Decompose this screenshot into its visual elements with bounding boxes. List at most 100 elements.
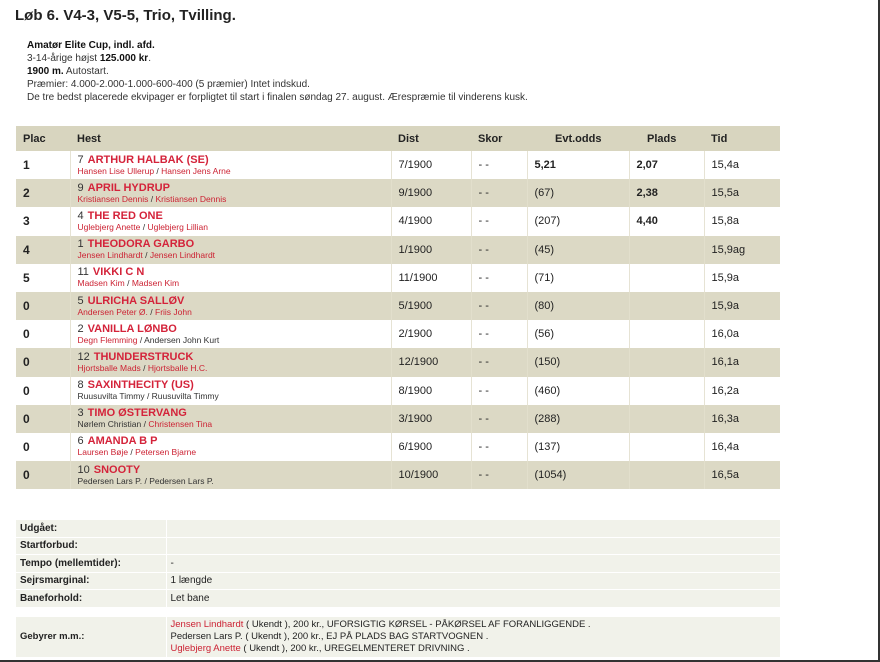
- start-number: 3: [77, 407, 84, 420]
- placement-cell: 2: [16, 179, 70, 208]
- gebyrer-value: Jensen Lindhardt ( Ukendt ), 200 kr., UF…: [166, 616, 781, 658]
- horse-name-link[interactable]: SNOOTY: [94, 464, 140, 476]
- placement-cell: 0: [16, 404, 70, 433]
- time-cell: 15,9ag: [703, 235, 780, 264]
- odds-cell: (45): [526, 235, 629, 264]
- table-row[interactable]: 0 5 ULRICHA SALLØV Andersen Peter Ø. / Frii…: [16, 291, 780, 321]
- horse-name-link[interactable]: ARTHUR HALBAK (SE): [88, 154, 209, 166]
- trainer-link[interactable]: Hjortsballe Mads: [78, 363, 141, 373]
- placement-cell: 4: [16, 235, 70, 264]
- extra-info-table: Udgået: Startforbud: Tempo (mellemtider)…: [16, 520, 780, 658]
- driver-link[interactable]: Hansen Jens Arne: [161, 166, 230, 176]
- table-row[interactable]: 0 3 TIMO ØSTERVANG Nørlem Christian / Chris…: [16, 404, 780, 433]
- trainer-link[interactable]: Uglebjerg Anette: [78, 222, 141, 232]
- odds-cell: (137): [526, 432, 629, 462]
- table-row[interactable]: 0 2 VANILLA LØNBO Degn Flemming / Andersen …: [16, 320, 780, 349]
- gebyr-person-link[interactable]: Uglebjerg Anette: [171, 643, 241, 654]
- driver-link[interactable]: Jensen Lindhardt: [150, 250, 215, 260]
- driver-link[interactable]: Hjortsballe H.C.: [148, 363, 208, 373]
- col-header-plac[interactable]: Plac: [16, 126, 70, 151]
- start-number: 5: [77, 294, 84, 307]
- driver-link[interactable]: Petersen Bjarne: [135, 447, 196, 457]
- driver-link[interactable]: Friis John: [155, 307, 192, 317]
- trainer-link[interactable]: Degn Flemming: [78, 335, 138, 345]
- trainer-link: Ruusuvilta Timmy: [77, 391, 145, 402]
- trainer-link[interactable]: Hansen Lise Ullerup: [78, 166, 155, 176]
- odds-cell: (71): [526, 263, 629, 292]
- skor-cell: - -: [470, 432, 527, 462]
- placement-cell: 0: [16, 291, 70, 321]
- horse-name-link[interactable]: THE RED ONE: [88, 210, 163, 222]
- odds-cell: 5,21: [526, 151, 629, 180]
- horse-name-link[interactable]: SAXINTHECITY (US): [88, 379, 194, 391]
- start-number: 1: [77, 238, 84, 251]
- dist-cell: 2/1900: [390, 320, 471, 349]
- table-row[interactable]: 0 12 THUNDERSTRUCK Hjortsballe Mads / Hjort…: [16, 348, 780, 377]
- col-header-dist[interactable]: Dist: [391, 126, 471, 151]
- driver-link[interactable]: Christensen Tina: [148, 419, 212, 429]
- results-table: Plac Hest Dist Skor Evt.odds Plads Tid 1…: [16, 126, 780, 490]
- horse-name-link[interactable]: VANILLA LØNBO: [88, 323, 177, 335]
- col-header-odds[interactable]: Evt.odds: [527, 126, 629, 151]
- sejrsmarginal-value: 1 længde: [166, 572, 780, 590]
- trainer-link[interactable]: Andersen Peter Ø.: [78, 307, 148, 317]
- dist-cell: 7/1900: [390, 151, 471, 180]
- horse-name-link[interactable]: AMANDA B P: [88, 435, 158, 447]
- table-row[interactable]: 0 6 AMANDA B P Laursen Bøje / Petersen Bjar…: [16, 432, 780, 462]
- trainer-link[interactable]: Jensen Lindhardt: [78, 250, 143, 260]
- horse-cell: 1 THEODORA GARBO Jensen Lindhardt / Jensen…: [69, 235, 391, 264]
- plads-cell: [628, 348, 704, 377]
- placement-cell: 0: [16, 432, 70, 462]
- time-cell: 15,4a: [703, 151, 780, 180]
- skor-cell: - -: [470, 376, 527, 405]
- horse-cell: 10 SNOOTY Pedersen Lars P. / Pedersen Lars…: [69, 461, 391, 490]
- plads-cell: 4,40: [628, 207, 704, 236]
- table-row[interactable]: 1 7 ARTHUR HALBAK (SE) Hansen Lise Ullerup …: [16, 151, 780, 180]
- horse-name-link[interactable]: VIKKI C N: [93, 266, 144, 278]
- gebyr-person-link[interactable]: Jensen Lindhardt: [171, 619, 244, 630]
- horse-name-link[interactable]: THEODORA GARBO: [88, 238, 195, 250]
- driver-link[interactable]: Kristiansen Dennis: [155, 194, 226, 204]
- trainer-link[interactable]: Madsen Kim: [78, 278, 125, 288]
- driver-link: Ruusuvilta Timmy: [151, 391, 219, 402]
- plads-cell: [628, 291, 704, 321]
- horse-cell: 2 VANILLA LØNBO Degn Flemming / Andersen J…: [69, 320, 391, 349]
- skor-cell: - -: [470, 320, 527, 349]
- time-cell: 15,9a: [703, 291, 780, 321]
- table-row[interactable]: 5 11 VIKKI C N Madsen Kim / Madsen Kim 11/19…: [16, 263, 780, 292]
- table-row[interactable]: 0 10 SNOOTY Pedersen Lars P. / Pedersen Lar…: [16, 461, 780, 490]
- odds-cell: (288): [526, 404, 629, 433]
- trainer-link[interactable]: Kristiansen Dennis: [78, 194, 149, 204]
- skor-cell: - -: [470, 291, 527, 321]
- results-body: 1 7 ARTHUR HALBAK (SE) Hansen Lise Ullerup …: [16, 151, 780, 490]
- horse-name-link[interactable]: ULRICHA SALLØV: [88, 295, 185, 307]
- col-header-tid[interactable]: Tid: [704, 126, 780, 151]
- horse-name-link[interactable]: APRIL HYDRUP: [88, 182, 170, 194]
- plads-cell: [628, 263, 704, 292]
- dist-cell: 4/1900: [390, 207, 471, 236]
- odds-cell: (150): [526, 348, 629, 377]
- gebyr-line: Jensen Lindhardt ( Ukendt ), 200 kr., UF…: [171, 619, 781, 631]
- horse-name-link[interactable]: TIMO ØSTERVANG: [88, 407, 187, 419]
- driver-link[interactable]: Madsen Kim: [132, 278, 179, 288]
- gebyr-text: ( Ukendt ), 200 kr., UFORSIGTIG KØRSEL -…: [243, 618, 591, 630]
- race-conditions: 3-14-årige højst 125.000 kr.: [27, 53, 151, 64]
- plads-cell: [628, 404, 704, 433]
- time-cell: 15,8a: [703, 207, 780, 236]
- col-header-plads[interactable]: Plads: [629, 126, 704, 151]
- col-header-skor[interactable]: Skor: [471, 126, 527, 151]
- horse-name-link[interactable]: THUNDERSTRUCK: [94, 351, 194, 363]
- table-row[interactable]: 3 4 THE RED ONE Uglebjerg Anette / Uglebjer…: [16, 207, 780, 236]
- dist-cell: 6/1900: [390, 432, 471, 462]
- table-row[interactable]: 2 9 APRIL HYDRUP Kristiansen Dennis / Krist…: [16, 179, 780, 208]
- table-row[interactable]: 0 8 SAXINTHECITY (US) Ruusuvilta Timmy / Ru…: [16, 376, 780, 405]
- col-header-hest[interactable]: Hest: [70, 126, 391, 151]
- separator: /: [124, 278, 132, 289]
- gebyr-text: ( Ukendt ), 200 kr., UREGELMENTERET DRIV…: [240, 642, 470, 654]
- table-row[interactable]: 4 1 THEODORA GARBO Jensen Lindhardt / Jense…: [16, 235, 780, 264]
- driver-link[interactable]: Uglebjerg Lillian: [147, 222, 207, 232]
- placement-cell: 5: [16, 263, 70, 292]
- dist-cell: 5/1900: [390, 291, 471, 321]
- trainer-link[interactable]: Laursen Bøje: [78, 447, 129, 457]
- udgaaet-value: [166, 520, 780, 538]
